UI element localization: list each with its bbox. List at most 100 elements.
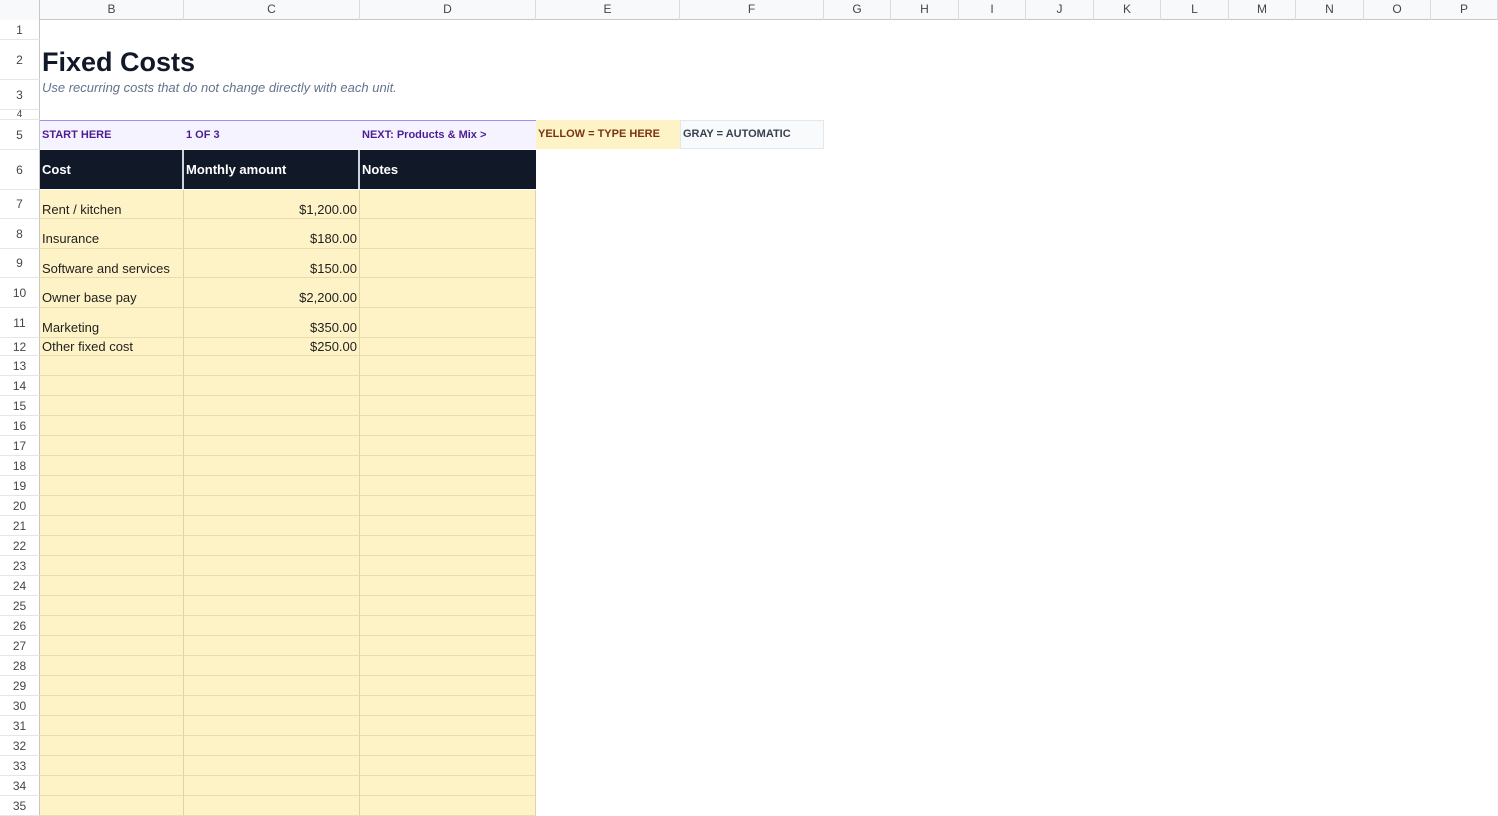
empty-input-cell[interactable] bbox=[360, 756, 536, 776]
row-header-15[interactable]: 15 bbox=[0, 396, 40, 416]
column-header-monthly-amount[interactable]: Monthly amount bbox=[184, 150, 360, 189]
empty-input-cell[interactable] bbox=[360, 716, 536, 736]
empty-input-cell[interactable] bbox=[360, 416, 536, 436]
empty-input-cell[interactable] bbox=[184, 536, 360, 556]
empty-input-cell[interactable] bbox=[360, 556, 536, 576]
column-header-o[interactable]: O bbox=[1364, 0, 1431, 20]
empty-input-cell[interactable] bbox=[184, 716, 360, 736]
empty-input-cell[interactable] bbox=[360, 596, 536, 616]
empty-input-cell[interactable] bbox=[360, 676, 536, 696]
column-header-j[interactable]: J bbox=[1026, 0, 1094, 20]
column-header-f[interactable]: F bbox=[680, 0, 824, 20]
empty-input-cell[interactable] bbox=[360, 456, 536, 476]
cell-cost[interactable]: Owner base pay bbox=[40, 278, 184, 308]
empty-input-cell[interactable] bbox=[360, 696, 536, 716]
empty-input-cell[interactable] bbox=[40, 636, 184, 656]
empty-input-cell[interactable] bbox=[184, 516, 360, 536]
row-header-33[interactable]: 33 bbox=[0, 756, 40, 776]
empty-input-cell[interactable] bbox=[360, 576, 536, 596]
cell-amount[interactable]: $2,200.00 bbox=[184, 278, 360, 308]
legend-gray-automatic[interactable]: GRAY = AUTOMATIC bbox=[680, 120, 824, 149]
empty-input-cell[interactable] bbox=[184, 556, 360, 576]
cell-amount[interactable]: $250.00 bbox=[184, 338, 360, 356]
column-header-e[interactable]: E bbox=[536, 0, 680, 20]
column-header-d[interactable]: D bbox=[360, 0, 536, 20]
empty-input-cell[interactable] bbox=[184, 676, 360, 696]
column-header-h[interactable]: H bbox=[891, 0, 959, 20]
column-header-c[interactable]: C bbox=[184, 0, 360, 20]
row-header-19[interactable]: 19 bbox=[0, 476, 40, 496]
empty-input-cell[interactable] bbox=[184, 596, 360, 616]
legend-yellow-input[interactable]: YELLOW = TYPE HERE bbox=[536, 120, 680, 149]
row-header-24[interactable]: 24 bbox=[0, 576, 40, 596]
empty-input-cell[interactable] bbox=[40, 616, 184, 636]
empty-input-cell[interactable] bbox=[184, 776, 360, 796]
cell-cost[interactable]: Rent / kitchen bbox=[40, 190, 184, 219]
empty-input-cell[interactable] bbox=[184, 356, 360, 376]
row-header-34[interactable]: 34 bbox=[0, 776, 40, 796]
column-header-k[interactable]: K bbox=[1094, 0, 1161, 20]
row-header-12[interactable]: 12 bbox=[0, 338, 40, 356]
empty-input-cell[interactable] bbox=[360, 636, 536, 656]
row-header-2[interactable]: 2 bbox=[0, 40, 40, 80]
empty-input-cell[interactable] bbox=[40, 756, 184, 776]
empty-input-cell[interactable] bbox=[184, 576, 360, 596]
empty-input-cell[interactable] bbox=[40, 416, 184, 436]
empty-input-cell[interactable] bbox=[184, 416, 360, 436]
empty-input-cell[interactable] bbox=[360, 516, 536, 536]
empty-input-cell[interactable] bbox=[40, 736, 184, 756]
empty-input-cell[interactable] bbox=[360, 796, 536, 816]
cell-cost[interactable]: Insurance bbox=[40, 219, 184, 249]
empty-input-cell[interactable] bbox=[40, 796, 184, 816]
empty-input-cell[interactable] bbox=[184, 796, 360, 816]
page-title[interactable]: Fixed Costs bbox=[40, 44, 540, 80]
cell-notes[interactable] bbox=[360, 308, 536, 338]
select-all-corner[interactable] bbox=[0, 0, 40, 20]
column-header-i[interactable]: I bbox=[959, 0, 1026, 20]
empty-input-cell[interactable] bbox=[184, 636, 360, 656]
empty-input-cell[interactable] bbox=[40, 716, 184, 736]
row-header-35[interactable]: 35 bbox=[0, 796, 40, 816]
empty-input-cell[interactable] bbox=[360, 376, 536, 396]
row-header-13[interactable]: 13 bbox=[0, 356, 40, 376]
empty-input-cell[interactable] bbox=[360, 776, 536, 796]
row-header-9[interactable]: 9 bbox=[0, 249, 40, 278]
column-header-g[interactable]: G bbox=[824, 0, 891, 20]
nav-step-indicator[interactable]: 1 OF 3 bbox=[184, 120, 360, 149]
nav-start-here[interactable]: START HERE bbox=[40, 120, 184, 149]
empty-input-cell[interactable] bbox=[360, 436, 536, 456]
row-header-14[interactable]: 14 bbox=[0, 376, 40, 396]
row-header-29[interactable]: 29 bbox=[0, 676, 40, 696]
cell-amount[interactable]: $180.00 bbox=[184, 219, 360, 249]
empty-input-cell[interactable] bbox=[40, 676, 184, 696]
cell-notes[interactable] bbox=[360, 278, 536, 308]
column-header-m[interactable]: M bbox=[1229, 0, 1296, 20]
empty-input-cell[interactable] bbox=[184, 436, 360, 456]
empty-input-cell[interactable] bbox=[40, 496, 184, 516]
empty-input-cell[interactable] bbox=[184, 736, 360, 756]
empty-input-cell[interactable] bbox=[40, 456, 184, 476]
row-header-8[interactable]: 8 bbox=[0, 219, 40, 249]
empty-input-cell[interactable] bbox=[40, 656, 184, 676]
empty-input-cell[interactable] bbox=[360, 356, 536, 376]
cell-cost[interactable]: Software and services bbox=[40, 249, 184, 278]
row-header-23[interactable]: 23 bbox=[0, 556, 40, 576]
empty-input-cell[interactable] bbox=[40, 696, 184, 716]
column-header-notes[interactable]: Notes bbox=[360, 150, 536, 189]
empty-input-cell[interactable] bbox=[40, 436, 184, 456]
cell-notes[interactable] bbox=[360, 219, 536, 249]
empty-input-cell[interactable] bbox=[184, 616, 360, 636]
cell-amount[interactable]: $350.00 bbox=[184, 308, 360, 338]
empty-input-cell[interactable] bbox=[40, 396, 184, 416]
row-header-26[interactable]: 26 bbox=[0, 616, 40, 636]
row-header-28[interactable]: 28 bbox=[0, 656, 40, 676]
row-header-25[interactable]: 25 bbox=[0, 596, 40, 616]
empty-input-cell[interactable] bbox=[184, 376, 360, 396]
cell-amount[interactable]: $150.00 bbox=[184, 249, 360, 278]
row-header-20[interactable]: 20 bbox=[0, 496, 40, 516]
cell-amount[interactable]: $1,200.00 bbox=[184, 190, 360, 219]
empty-input-cell[interactable] bbox=[40, 356, 184, 376]
row-header-22[interactable]: 22 bbox=[0, 536, 40, 556]
row-header-10[interactable]: 10 bbox=[0, 278, 40, 308]
page-subtitle[interactable]: Use recurring costs that do not change d… bbox=[40, 78, 640, 98]
